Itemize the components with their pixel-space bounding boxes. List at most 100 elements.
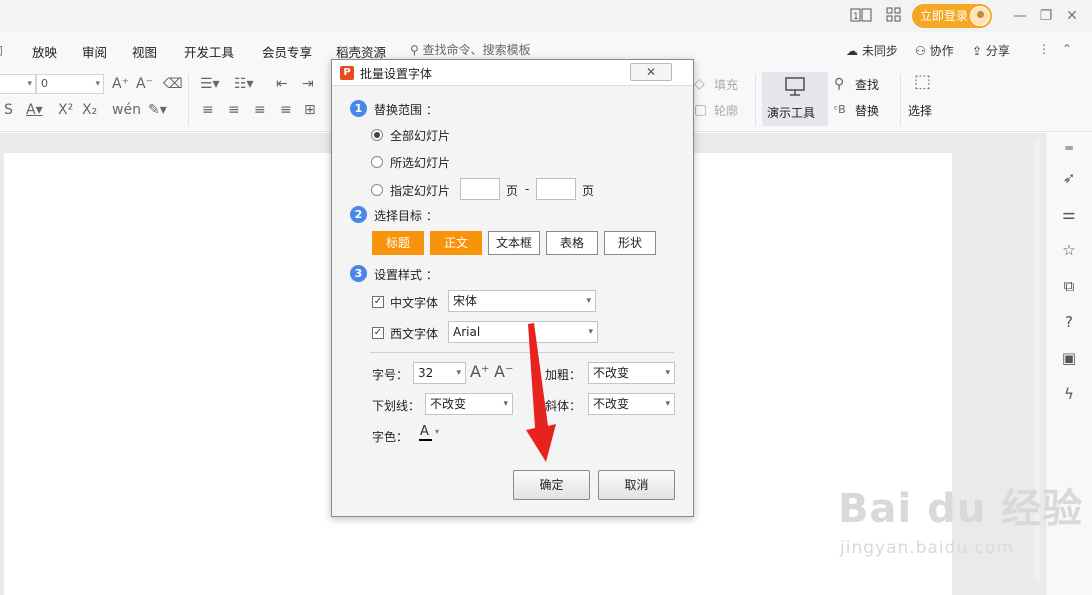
search-icon: ⚲ [410, 43, 419, 57]
section-number-3: 3 [350, 265, 367, 282]
svg-text:1: 1 [853, 12, 859, 22]
replace-icon[interactable]: ᶜB [834, 102, 846, 118]
radio-all-slides[interactable] [371, 129, 383, 141]
radio-range-slides[interactable] [371, 184, 383, 196]
outline-icon[interactable]: ▢ [694, 102, 707, 118]
phonetic-icon[interactable]: wén [112, 102, 141, 118]
target-shape-button[interactable]: 形状 [604, 231, 656, 255]
page-range-dash: - [525, 182, 530, 196]
font-color-icon[interactable]: A▾ [26, 102, 43, 118]
collab-button[interactable]: ⚇ 协作 [915, 42, 954, 59]
font-size-dropdown[interactable]: 0 [36, 74, 104, 94]
find-label[interactable]: 查找 [855, 76, 879, 93]
font-color-label: 字色： [372, 430, 409, 444]
login-label: 立即登录 [920, 9, 969, 23]
tab-developer[interactable]: 开发工具 [184, 42, 234, 61]
collab-label: 协作 [929, 44, 954, 58]
select-label[interactable]: 选择 [908, 102, 932, 119]
collapse-ribbon-icon[interactable]: ⌃ [1062, 42, 1072, 56]
radio-selected-slides-label[interactable]: 所选幻灯片 [390, 154, 450, 171]
find-icon[interactable]: ⚲ [834, 76, 844, 92]
align-right-icon[interactable]: ≡ [254, 102, 266, 118]
image-edit-icon[interactable]: ▣ [1058, 347, 1080, 369]
tab-view[interactable]: 视图 [132, 42, 157, 61]
superscript-icon[interactable]: X² [58, 102, 73, 118]
help-icon[interactable]: ? [1058, 311, 1080, 333]
font-size-select[interactable]: 32 [413, 362, 466, 384]
clear-format-icon[interactable]: ⌫ [163, 76, 183, 92]
font-color-picker[interactable]: A [419, 424, 433, 442]
minimize-icon[interactable]: — [1010, 6, 1030, 26]
rocket-icon[interactable]: ➶ [1058, 167, 1080, 189]
wps-presentation-icon: P [340, 66, 354, 80]
page-label-to: 页 [582, 184, 595, 198]
chevron-down-icon[interactable]: ▾ [435, 427, 439, 436]
radio-all-slides-label[interactable]: 全部幻灯片 [390, 127, 450, 144]
lightning-icon[interactable]: ϟ [1058, 383, 1080, 405]
demo-tools-button[interactable]: 演示工具 [762, 72, 828, 126]
login-button[interactable]: 立即登录 [912, 4, 992, 28]
align-center-icon[interactable]: ≡ [228, 102, 240, 118]
font-size-label: 字号： [372, 368, 409, 382]
select-cursor-icon[interactable]: ⬚ [914, 73, 931, 91]
tab-member[interactable]: 会员专享 [262, 42, 312, 61]
ok-button[interactable]: 确定 [513, 470, 590, 500]
fill-icon[interactable]: ◇ [694, 76, 705, 92]
shrink-font-icon[interactable]: A⁻ [136, 76, 153, 92]
justify-icon[interactable]: ≡ [280, 102, 292, 118]
target-body-button[interactable]: 正文 [430, 231, 482, 255]
cn-font-checkbox[interactable]: ✓ [372, 296, 384, 308]
highlight-icon[interactable]: ✎▾ [148, 102, 167, 118]
grow-font-icon[interactable]: A⁺ [112, 76, 129, 92]
sync-button[interactable]: ☁ 未同步 [846, 42, 898, 59]
command-search[interactable]: ⚲ 查找命令、搜索模板 [410, 41, 531, 58]
bullets-icon[interactable]: ☰▾ [200, 76, 220, 92]
cancel-button[interactable]: 取消 [598, 470, 675, 500]
replace-label[interactable]: 替换 [855, 102, 879, 119]
page-from-input[interactable] [460, 178, 500, 200]
more-icon[interactable]: ⋮ [1038, 42, 1050, 56]
restore-icon[interactable]: ❐ [1036, 6, 1056, 26]
star-magic-icon[interactable]: ☆ [1058, 239, 1080, 261]
subscript-icon[interactable]: X₂ [82, 102, 97, 118]
increase-indent-icon[interactable]: ⇥ [302, 76, 314, 92]
demo-tools-label: 演示工具 [767, 106, 816, 120]
target-title-button[interactable]: 标题 [372, 231, 424, 255]
numbering-icon[interactable]: ☷▾ [234, 76, 254, 92]
share-button[interactable]: ⇪ 分享 [972, 42, 1010, 59]
grid-apps-icon[interactable] [884, 7, 904, 25]
decrease-font-size-icon[interactable]: A⁻ [494, 362, 513, 381]
en-font-checkbox[interactable]: ✓ [372, 327, 384, 339]
page-to-input[interactable] [536, 178, 576, 200]
align-left-icon[interactable]: ≡ [202, 102, 214, 118]
underline-select[interactable]: 不改变 [425, 393, 513, 415]
distribute-icon[interactable]: ⊞ [304, 102, 316, 118]
copy-slide-icon[interactable]: ⧉ [1058, 275, 1080, 297]
tab-partial[interactable]: ▯ [0, 42, 3, 57]
increase-font-size-icon[interactable]: A⁺ [470, 362, 489, 381]
tab-slideshow[interactable]: 放映 [32, 42, 57, 61]
strikethrough-icon[interactable]: S [4, 102, 13, 118]
decrease-indent-icon[interactable]: ⇤ [276, 76, 288, 92]
ribbon-divider [188, 74, 189, 126]
radio-range-slides-label[interactable]: 指定幻灯片 [390, 182, 450, 199]
fill-label[interactable]: 填充 [714, 76, 738, 93]
cloud-sync-icon: ☁ [846, 44, 858, 58]
close-window-icon[interactable]: ✕ [1062, 6, 1082, 26]
close-icon[interactable]: ✕ [630, 63, 672, 81]
target-textbox-button[interactable]: 文本框 [488, 231, 540, 255]
font-name-dropdown[interactable] [0, 74, 36, 94]
outline-label[interactable]: 轮廓 [714, 102, 738, 119]
avatar [970, 6, 990, 26]
adjust-sliders-icon[interactable]: ⚌ [1058, 203, 1080, 225]
reading-mode-icon[interactable]: 1 [850, 7, 872, 25]
target-table-button[interactable]: 表格 [546, 231, 598, 255]
tab-review[interactable]: 审阅 [82, 42, 107, 61]
panel-handle-icon[interactable]: ═ [1058, 137, 1080, 159]
page-label-from: 页 [506, 184, 519, 198]
en-font-label: 西文字体 [390, 327, 439, 341]
cn-font-select[interactable]: 宋体 [448, 290, 596, 312]
bold-select[interactable]: 不改变 [588, 362, 675, 384]
italic-select[interactable]: 不改变 [588, 393, 675, 415]
radio-selected-slides[interactable] [371, 156, 383, 168]
